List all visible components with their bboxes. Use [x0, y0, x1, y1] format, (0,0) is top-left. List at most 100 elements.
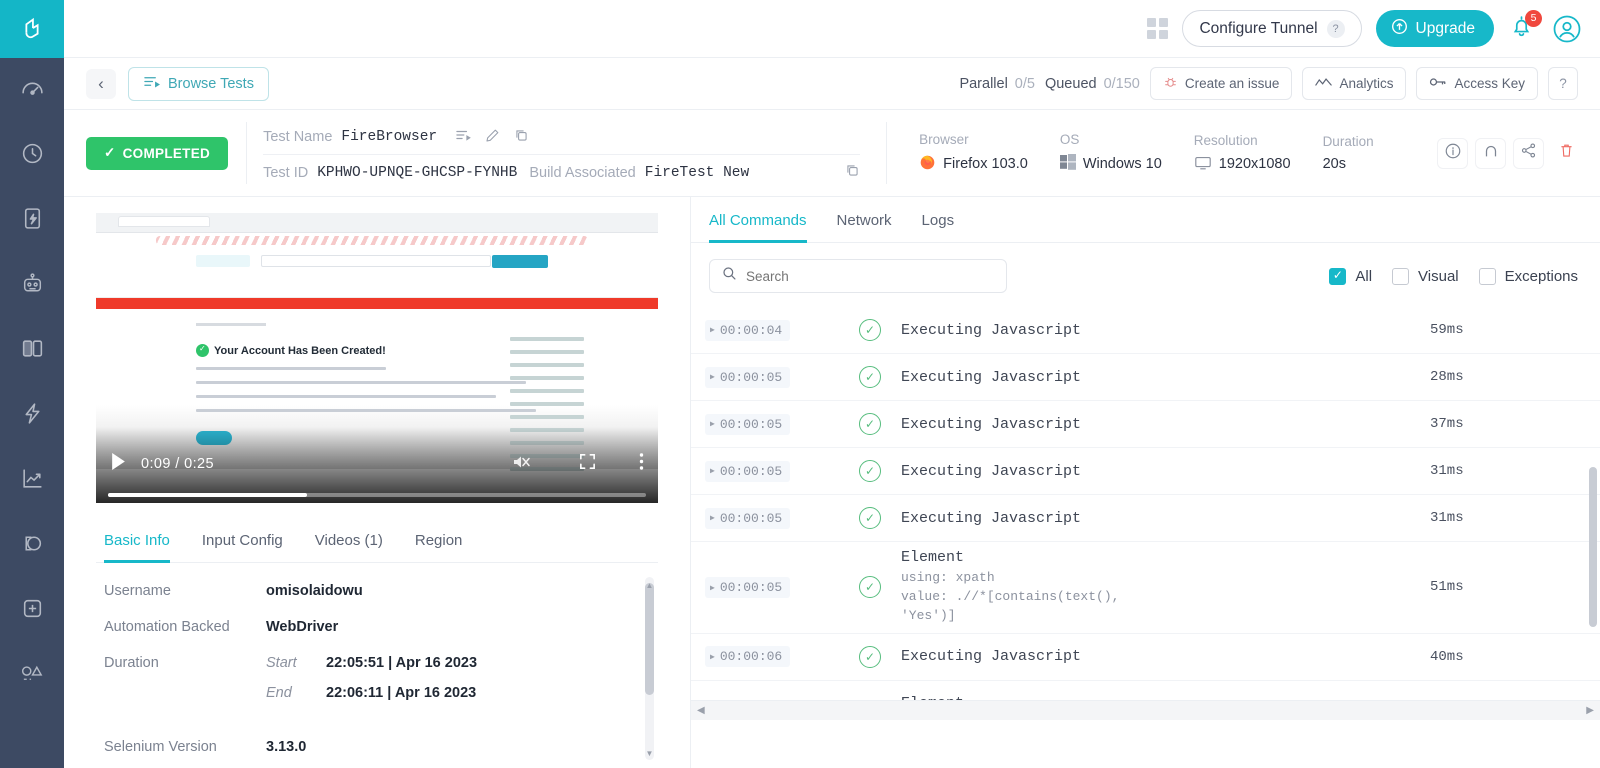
command-row[interactable]: ▶00:00:05✓Executing Javascript31ms — [691, 495, 1600, 542]
notifications-button[interactable]: 5 — [1508, 13, 1538, 45]
right-tab-bar: All Commands Network Logs — [691, 197, 1600, 243]
command-timestamp[interactable]: ▶00:00:05 — [705, 367, 790, 388]
scroll-down-arrow-icon[interactable]: ▼ — [645, 749, 654, 758]
video-progress-track — [108, 493, 646, 497]
sidebar-item-history[interactable] — [0, 123, 64, 188]
video-progress-bar[interactable] — [96, 487, 658, 503]
command-duration: 59ms — [1430, 322, 1600, 338]
filter-visual[interactable]: Visual — [1392, 268, 1459, 285]
browser-label: Browser — [919, 132, 1028, 147]
command-row[interactable]: ▶00:00:04✓Executing Javascript59ms — [691, 307, 1600, 354]
share-button[interactable] — [1513, 138, 1544, 169]
parallel-value: 0/5 — [1015, 76, 1035, 92]
checkbox-visual[interactable] — [1392, 268, 1409, 285]
tab-basic-info[interactable]: Basic Info — [104, 532, 170, 563]
info-button[interactable] — [1437, 138, 1468, 169]
command-row[interactable]: ▶00:00:05✓Executing Javascript28ms — [691, 354, 1600, 401]
basic-info-scrollbar[interactable] — [645, 577, 654, 760]
duration-lines: Start 22:05:51 | Apr 16 2023 End 22:06:1… — [266, 655, 477, 701]
start-label: Start — [266, 655, 308, 671]
sidebar-item-hyperexecute[interactable] — [0, 383, 64, 448]
mock-page-title: Your Account Has Been Created! — [214, 345, 386, 357]
tab-all-commands[interactable]: All Commands — [709, 212, 807, 243]
scroll-left-arrow-icon[interactable]: ◀ — [697, 705, 705, 716]
expand-caret-icon[interactable]: ▶ — [710, 325, 715, 335]
sidebar-item-dashboard[interactable] — [0, 58, 64, 123]
scrollbar-thumb[interactable] — [645, 583, 654, 695]
grid-apps-icon[interactable] — [1147, 18, 1168, 39]
checkbox-exceptions[interactable] — [1479, 268, 1496, 285]
analytics-button[interactable]: Analytics — [1302, 67, 1406, 100]
commands-vertical-scrollbar[interactable] — [1589, 467, 1597, 627]
user-avatar-icon[interactable] — [1552, 14, 1582, 44]
tab-videos[interactable]: Videos (1) — [315, 532, 383, 563]
help-button[interactable]: ? — [1548, 67, 1578, 100]
sidebar-item-smart-visual[interactable] — [0, 513, 64, 578]
sidebar-item-compare[interactable] — [0, 318, 64, 383]
command-time-cell: ▶00:00:05 — [691, 507, 839, 529]
sidebar-item-shapes[interactable] — [0, 643, 64, 708]
command-time-value: 00:00:06 — [720, 649, 782, 664]
fullscreen-icon[interactable] — [578, 452, 597, 476]
tab-network[interactable]: Network — [837, 212, 892, 243]
edit-pencil-icon[interactable] — [485, 128, 500, 147]
magnet-button[interactable] — [1475, 138, 1506, 169]
create-issue-button[interactable]: Create an issue — [1150, 67, 1293, 100]
list-play-icon[interactable] — [455, 128, 471, 146]
video-player[interactable]: Your Account Has Been Created! — [96, 213, 658, 503]
scroll-up-arrow-icon[interactable]: ▲ — [645, 581, 654, 590]
muted-volume-icon[interactable] — [510, 452, 532, 477]
check-circle-icon: ✓ — [859, 319, 881, 341]
command-row[interactable]: ▶00:00:05✓Executing Javascript37ms — [691, 401, 1600, 448]
delete-button[interactable] — [1551, 138, 1582, 169]
expand-caret-icon[interactable]: ▶ — [710, 466, 715, 476]
sidebar-item-integrations[interactable] — [0, 578, 64, 643]
search-box[interactable] — [709, 259, 1007, 293]
expand-caret-icon[interactable]: ▶ — [710, 583, 715, 593]
play-icon[interactable] — [110, 452, 127, 476]
filter-exceptions[interactable]: Exceptions — [1479, 268, 1578, 285]
configure-tunnel-button[interactable]: Configure Tunnel ? — [1182, 10, 1361, 47]
command-row[interactable]: ▶00:00:06✓Executing Javascript40ms — [691, 634, 1600, 681]
commands-horizontal-scrollbar[interactable]: ◀ ▶ — [691, 700, 1600, 720]
back-button[interactable]: ‹ — [86, 69, 116, 99]
expand-caret-icon[interactable]: ▶ — [710, 419, 715, 429]
command-timestamp[interactable]: ▶00:00:05 — [705, 461, 790, 482]
more-vertical-icon[interactable] — [639, 452, 644, 476]
access-key-button[interactable]: Access Key — [1416, 67, 1538, 100]
monitor-icon — [1194, 155, 1212, 174]
tunnel-help-icon[interactable]: ? — [1327, 20, 1345, 38]
command-timestamp[interactable]: ▶00:00:05 — [705, 577, 790, 598]
copy-icon[interactable] — [514, 128, 529, 147]
sidebar-item-automation-bot[interactable] — [0, 253, 64, 318]
command-timestamp[interactable]: ▶00:00:05 — [705, 508, 790, 529]
upgrade-button[interactable]: Upgrade — [1376, 10, 1494, 47]
command-row[interactable]: ▶00:00:05✓Elementusing: xpath value: .//… — [691, 542, 1600, 634]
search-input[interactable] — [746, 269, 994, 284]
filter-all[interactable]: All — [1329, 268, 1372, 285]
commands-footer — [691, 720, 1600, 768]
copy-icon[interactable] — [845, 163, 860, 182]
scroll-right-arrow-icon[interactable]: ▶ — [1586, 705, 1594, 716]
line-chart-icon — [20, 466, 45, 496]
command-row[interactable]: Element — [691, 681, 1600, 700]
command-row[interactable]: ▶00:00:05✓Executing Javascript31ms — [691, 448, 1600, 495]
expand-caret-icon[interactable]: ▶ — [710, 513, 715, 523]
tab-input-config[interactable]: Input Config — [202, 532, 283, 563]
sidebar-item-real-time[interactable] — [0, 188, 64, 253]
expand-caret-icon[interactable]: ▶ — [710, 372, 715, 382]
sidebar-item-analytics[interactable] — [0, 448, 64, 513]
browse-tests-button[interactable]: Browse Tests — [128, 67, 269, 101]
command-timestamp[interactable]: ▶00:00:05 — [705, 414, 790, 435]
environment-meta: Browser Firefox 103.0 OS — [903, 122, 1389, 184]
tab-region[interactable]: Region — [415, 532, 463, 563]
checkbox-all[interactable] — [1329, 268, 1346, 285]
notification-count-badge: 5 — [1525, 10, 1542, 27]
lambdatest-logo[interactable] — [0, 0, 64, 58]
main-area: Configure Tunnel ? Upgrade 5 — [64, 0, 1600, 768]
expand-caret-icon[interactable]: ▶ — [710, 652, 715, 662]
tab-logs[interactable]: Logs — [922, 212, 955, 243]
command-timestamp[interactable]: ▶ 00:00:06 — [705, 646, 790, 667]
command-timestamp[interactable]: ▶00:00:04 — [705, 320, 790, 341]
commands-table-wrapper: ▶00:00:04✓Executing Javascript59ms▶00:00… — [691, 307, 1600, 700]
